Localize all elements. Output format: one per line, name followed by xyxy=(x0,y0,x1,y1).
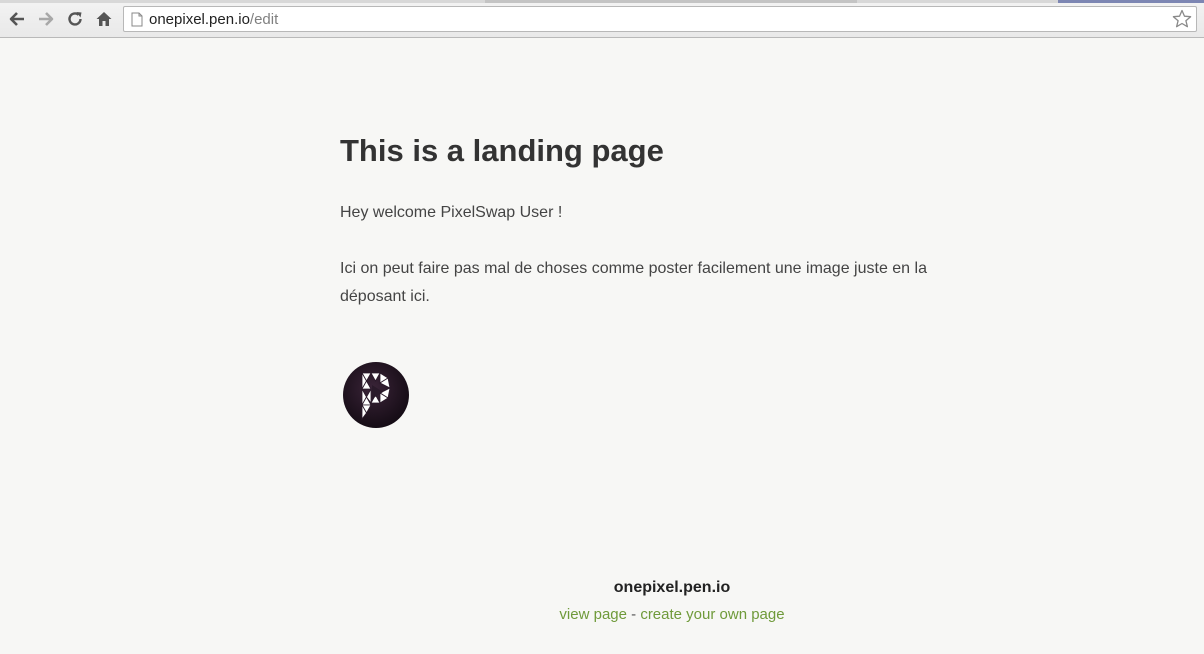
home-button[interactable] xyxy=(93,8,115,30)
url-path: /edit xyxy=(249,11,279,28)
create-page-link[interactable]: create your own page xyxy=(640,606,784,623)
back-button[interactable] xyxy=(6,8,28,30)
tab-strip-item[interactable] xyxy=(485,0,857,3)
star-icon[interactable] xyxy=(1172,9,1192,29)
tab-strip-item[interactable] xyxy=(1058,0,1204,3)
view-page-link[interactable]: view page xyxy=(559,606,627,623)
page-content: This is a landing page Hey welcome Pixel… xyxy=(340,130,980,305)
footer-site-name: onepixel.pen.io xyxy=(613,579,731,596)
footer: onepixel.pen.io view page - create your … xyxy=(472,577,872,625)
footer-links: view page - create your own page xyxy=(472,605,872,625)
footer-separator: - xyxy=(626,606,641,623)
url-text[interactable]: onepixel.pen.io/edit xyxy=(149,11,278,29)
page-title: This is a landing page xyxy=(340,133,664,168)
reload-icon xyxy=(68,12,82,26)
page-icon xyxy=(131,12,143,27)
forward-icon xyxy=(39,12,54,26)
url-host: onepixel.pen.io xyxy=(149,11,250,28)
home-icon xyxy=(96,12,112,26)
address-bar[interactable]: onepixel.pen.io/edit xyxy=(123,6,1197,32)
welcome-paragraph: Hey welcome PixelSwap User ! xyxy=(340,204,563,221)
reload-button[interactable] xyxy=(64,8,86,30)
description-paragraph: Ici on peut faire pas mal de choses comm… xyxy=(340,260,927,305)
browser-toolbar: onepixel.pen.io/edit xyxy=(0,0,1204,38)
forward-button[interactable] xyxy=(35,8,57,30)
pixelswap-logo-image xyxy=(343,362,409,428)
back-icon xyxy=(9,12,24,26)
